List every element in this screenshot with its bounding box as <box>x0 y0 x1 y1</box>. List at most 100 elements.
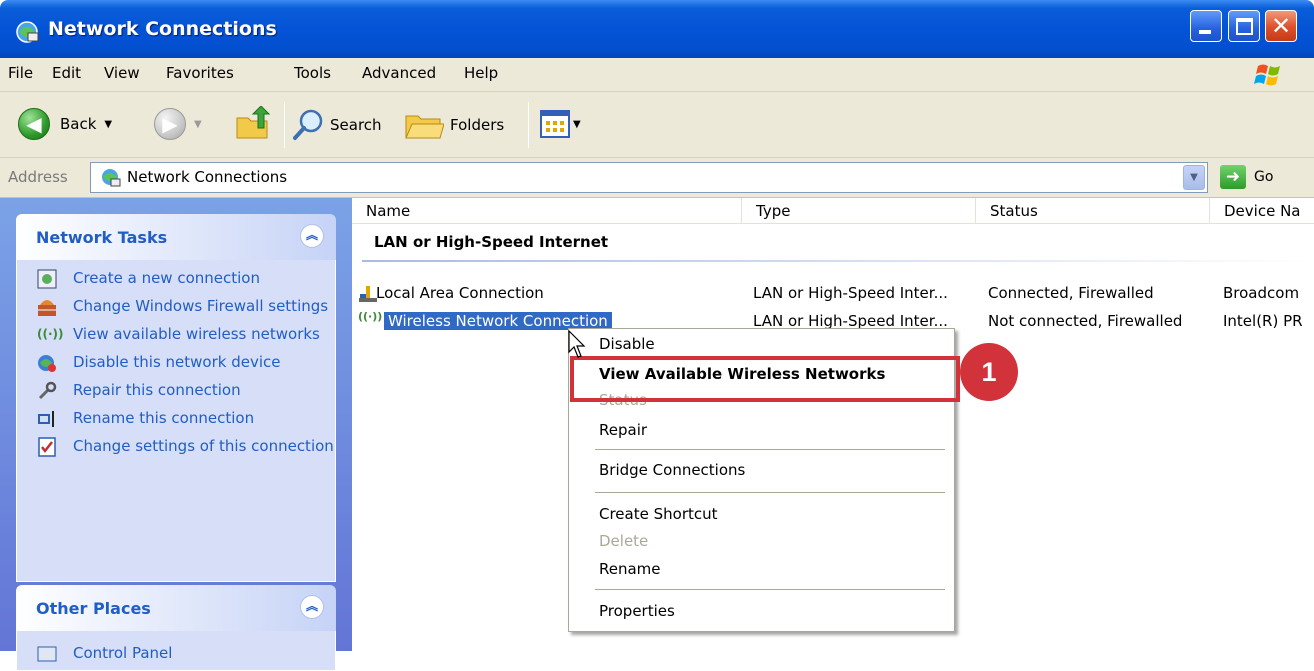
task-label: Rename this connection <box>73 409 255 427</box>
settings-checklist-icon <box>38 437 56 457</box>
window-title: Network Connections <box>48 18 277 40</box>
column-device-name[interactable]: Device Na <box>1210 198 1314 224</box>
task-pane: Network Tasks ︽ Create a new connection … <box>0 198 352 671</box>
menu-bar: File Edit View Favorites Tools Advanced … <box>0 58 1314 92</box>
toolbar-separator <box>528 102 529 148</box>
connection-status: Connected, Firewalled <box>988 284 1154 302</box>
menu-help[interactable]: Help <box>464 64 498 82</box>
collapse-chevron-icon[interactable]: ︽ <box>300 595 324 619</box>
up-folder-button[interactable] <box>234 106 274 142</box>
menu-advanced[interactable]: Advanced <box>362 64 436 82</box>
menu-file[interactable]: File <box>8 64 33 82</box>
other-places-header[interactable]: Other Places ︽ <box>16 585 336 631</box>
toolbar-separator <box>284 102 285 148</box>
menu-separator <box>595 589 945 590</box>
table-row[interactable]: Local Area Connection LAN or High-Speed … <box>352 282 1314 306</box>
forward-arrow-icon: ▶ <box>154 108 186 140</box>
back-arrow-icon: ◀ <box>18 108 50 140</box>
folders-button[interactable]: Folders <box>404 108 504 142</box>
back-dropdown-icon[interactable]: ▼ <box>104 119 112 130</box>
annotation-highlight-box <box>570 356 960 402</box>
close-icon: ✕ <box>1270 12 1292 40</box>
task-view-wireless[interactable]: ((·)) View available wireless networks <box>17 324 335 344</box>
task-label: View available wireless networks <box>73 325 320 343</box>
search-button[interactable]: Search <box>292 108 382 142</box>
other-places-panel: Other Places ︽ Control Panel <box>16 585 336 671</box>
menu-item-repair[interactable]: Repair <box>599 421 647 439</box>
go-arrow-icon: ➜ <box>1220 165 1246 189</box>
network-tasks-body: Create a new connection Change Windows F… <box>16 260 336 582</box>
menu-item-create-shortcut[interactable]: Create Shortcut <box>599 505 718 523</box>
disable-network-icon <box>38 355 56 372</box>
menu-favorites[interactable]: Favorites <box>166 64 234 82</box>
other-places-title: Other Places <box>36 599 151 618</box>
connection-device: Broadcom <box>1223 284 1300 302</box>
address-bar: Address Network Connections ▼ ➜ Go <box>0 158 1314 198</box>
close-button[interactable]: ✕ <box>1265 10 1297 42</box>
task-disable-device[interactable]: Disable this network device <box>17 352 335 372</box>
address-field[interactable]: Network Connections ▼ <box>90 162 1208 193</box>
lan-connection-icon <box>359 286 377 302</box>
connection-status: Not connected, Firewalled <box>988 312 1183 330</box>
go-button[interactable]: ➜ Go <box>1220 165 1273 189</box>
minimize-icon <box>1199 30 1211 34</box>
column-type[interactable]: Type <box>742 198 976 224</box>
firewall-icon <box>38 300 56 316</box>
search-label: Search <box>330 116 382 134</box>
rename-icon <box>38 411 54 427</box>
views-icon <box>540 110 570 138</box>
task-change-firewall[interactable]: Change Windows Firewall settings <box>17 296 335 316</box>
menu-item-rename[interactable]: Rename <box>599 560 661 578</box>
forward-button[interactable]: ▶ ▼ <box>154 108 202 140</box>
views-dropdown-icon[interactable]: ▼ <box>573 119 581 130</box>
address-label: Address <box>8 168 68 186</box>
address-dropdown-icon[interactable]: ▼ <box>1183 165 1205 190</box>
task-label: Disable this network device <box>73 353 281 371</box>
menu-item-bridge[interactable]: Bridge Connections <box>599 461 745 479</box>
task-repair-connection[interactable]: Repair this connection <box>17 380 335 400</box>
maximize-button[interactable] <box>1228 10 1260 42</box>
wireless-icon: ((·)) <box>37 327 64 341</box>
up-folder-icon <box>236 106 271 139</box>
network-connections-icon <box>102 169 121 187</box>
menu-edit[interactable]: Edit <box>52 64 81 82</box>
address-value: Network Connections <box>127 168 288 186</box>
task-label: Create a new connection <box>73 269 260 287</box>
task-label: Control Panel <box>73 644 173 662</box>
views-button[interactable]: ▼ <box>540 110 581 138</box>
connection-type: LAN or High-Speed Inter... <box>753 284 948 302</box>
mouse-cursor-icon <box>568 330 586 358</box>
place-control-panel[interactable]: Control Panel <box>17 643 335 663</box>
step-callout-badge: 1 <box>960 343 1018 401</box>
wireless-connection-icon: ((·)) <box>358 310 383 323</box>
group-header: LAN or High-Speed Internet <box>374 233 609 251</box>
folders-icon <box>405 115 444 139</box>
minimize-button[interactable] <box>1190 10 1222 42</box>
toolbar: ◀ Back ▼ ▶ ▼ Search Folders ▼ <box>0 92 1314 158</box>
control-panel-icon <box>37 646 57 662</box>
menu-item-disable[interactable]: Disable <box>599 335 655 353</box>
forward-dropdown-icon[interactable]: ▼ <box>194 119 202 130</box>
task-rename-connection[interactable]: Rename this connection <box>17 408 335 428</box>
title-bar[interactable]: Network Connections ✕ <box>0 0 1314 58</box>
menu-item-properties[interactable]: Properties <box>599 602 675 620</box>
task-create-connection[interactable]: Create a new connection <box>17 268 335 289</box>
explorer-window: Network Connections ✕ File Edit View Fav… <box>0 0 1314 671</box>
column-name[interactable]: Name <box>352 198 742 224</box>
back-button[interactable]: ◀ Back ▼ <box>18 108 112 140</box>
menu-view[interactable]: View <box>104 64 140 82</box>
task-change-settings[interactable]: Change settings of this connection <box>17 436 335 457</box>
back-label: Back <box>60 115 97 133</box>
go-label: Go <box>1254 169 1274 185</box>
network-tasks-header[interactable]: Network Tasks ︽ <box>16 214 336 260</box>
maximize-icon <box>1236 18 1253 35</box>
collapse-chevron-icon[interactable]: ︽ <box>300 224 324 248</box>
connection-device: Intel(R) PR <box>1223 312 1303 330</box>
network-tasks-panel: Network Tasks ︽ Create a new connection … <box>16 214 336 582</box>
wrench-icon <box>38 381 57 400</box>
column-status[interactable]: Status <box>976 198 1210 224</box>
task-label: Repair this connection <box>73 381 241 399</box>
folders-label: Folders <box>450 116 505 134</box>
menu-tools[interactable]: Tools <box>294 64 331 82</box>
task-label: Change Windows Firewall settings <box>73 297 329 315</box>
